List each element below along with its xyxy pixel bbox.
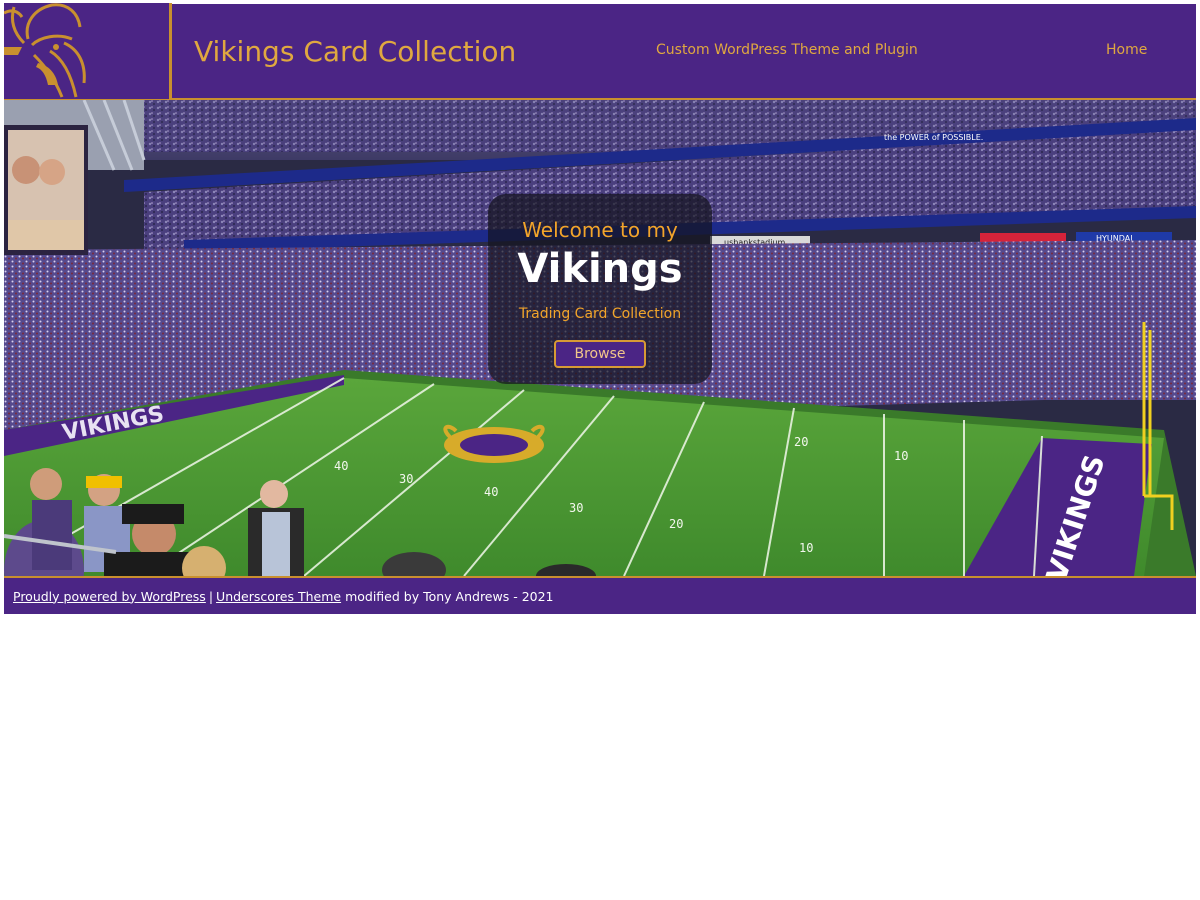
page: Vikings Card Collection Custom WordPress… bbox=[4, 3, 1196, 614]
vikings-head-logo-icon bbox=[4, 3, 169, 99]
nav-home-link[interactable]: Home bbox=[1106, 42, 1147, 58]
site-title[interactable]: Vikings Card Collection bbox=[194, 35, 516, 68]
welcome-line: Welcome to my bbox=[522, 218, 678, 242]
site-header: Vikings Card Collection Custom WordPress… bbox=[4, 3, 1196, 100]
svg-text:30: 30 bbox=[569, 501, 583, 515]
midfield-logo-icon bbox=[443, 424, 545, 463]
underscores-theme-link[interactable]: Underscores Theme bbox=[216, 589, 341, 604]
site-footer: Proudly powered by WordPress | Underscor… bbox=[4, 576, 1196, 614]
welcome-card: Welcome to my Vikings Trading Card Colle… bbox=[488, 194, 712, 384]
svg-text:10: 10 bbox=[894, 449, 908, 463]
site-description: Custom WordPress Theme and Plugin bbox=[656, 42, 918, 58]
svg-text:20: 20 bbox=[794, 435, 808, 449]
hero-banner: the POWER of POSSIBLE. usbankstadium HYU… bbox=[4, 100, 1196, 576]
welcome-headline: Vikings bbox=[517, 246, 683, 292]
ribbon-text: the POWER of POSSIBLE. bbox=[884, 133, 983, 142]
browse-button[interactable]: Browse bbox=[554, 340, 646, 368]
footer-credit: modified by Tony Andrews - 2021 bbox=[345, 588, 554, 604]
welcome-subline: Trading Card Collection bbox=[518, 306, 682, 322]
svg-text:40: 40 bbox=[334, 459, 348, 473]
svg-text:20: 20 bbox=[669, 517, 683, 531]
footer-separator: | bbox=[208, 588, 214, 604]
svg-text:10: 10 bbox=[799, 541, 813, 555]
wordpress-link[interactable]: Proudly powered by WordPress bbox=[13, 589, 206, 604]
logo[interactable] bbox=[4, 3, 172, 99]
svg-text:30: 30 bbox=[399, 472, 413, 486]
svg-text:40: 40 bbox=[484, 485, 498, 499]
